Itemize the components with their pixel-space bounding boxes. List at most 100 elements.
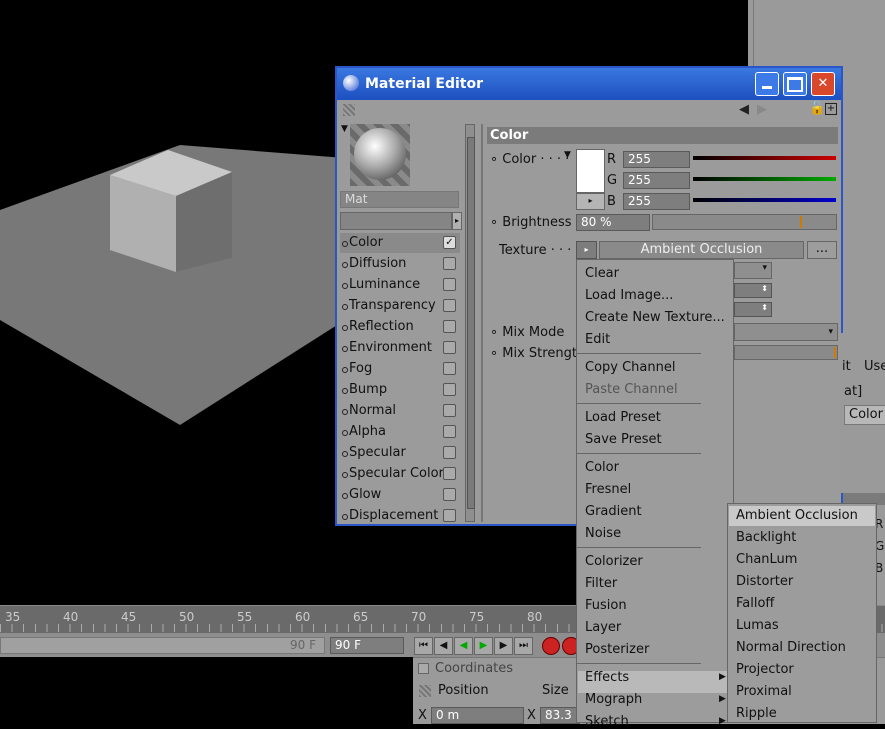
sidebar-item-bump[interactable]: Bump xyxy=(340,380,460,400)
menu-item-gradient[interactable]: Gradient xyxy=(585,504,642,519)
submenu-item-chanlum[interactable]: ChanLum xyxy=(736,552,797,567)
hidden-field-2[interactable]: ⬍ xyxy=(734,302,772,317)
color-dropdown-icon[interactable]: ▼ xyxy=(564,150,571,160)
new-window-icon[interactable]: + xyxy=(825,103,837,115)
sidebar-item-fog[interactable]: Fog xyxy=(340,359,460,379)
position-x-field[interactable]: 0 m xyxy=(431,707,524,724)
color-swatch-button[interactable]: ▸ xyxy=(576,193,605,210)
enable-checkbox[interactable] xyxy=(443,320,456,333)
material-sub-field[interactable] xyxy=(340,212,452,230)
menu-item-color[interactable]: Color xyxy=(585,460,619,475)
submenu-item-normal-direction[interactable]: Normal Direction xyxy=(736,640,846,655)
enable-checkbox[interactable] xyxy=(443,446,456,459)
forward-arrow-icon[interactable]: ▶ xyxy=(757,102,767,117)
menu-item-save-preset[interactable]: Save Preset xyxy=(585,432,662,447)
preview-menu-icon[interactable]: ▼ xyxy=(341,124,348,134)
menu-item-layer[interactable]: Layer xyxy=(585,620,621,635)
menu-item-edit[interactable]: Edit xyxy=(585,332,610,347)
enable-checkbox[interactable] xyxy=(443,404,456,417)
color-tab-fragment[interactable]: Color xyxy=(844,405,885,425)
minimize-button[interactable] xyxy=(755,72,779,96)
hidden-dropdown[interactable]: ▾ xyxy=(734,262,772,279)
g-slider[interactable] xyxy=(693,177,836,181)
menu-item-paste-channel[interactable]: Paste Channel xyxy=(585,382,678,397)
sidebar-item-specular[interactable]: Specular xyxy=(340,443,460,463)
color-swatch[interactable] xyxy=(576,149,605,193)
enable-checkbox[interactable] xyxy=(443,257,456,270)
scrollbar-thumb[interactable] xyxy=(467,137,475,509)
texture-field[interactable]: Ambient Occlusion xyxy=(599,241,804,259)
texture-menu-button[interactable]: ▸ xyxy=(576,241,597,259)
enable-checkbox[interactable] xyxy=(443,509,456,522)
play-backward-icon[interactable]: ◀ xyxy=(454,637,473,655)
panel-divider[interactable] xyxy=(481,124,483,522)
end-frame-field[interactable]: 90 F xyxy=(330,637,404,654)
menu-item-sketch[interactable]: Sketch xyxy=(585,714,629,729)
r-slider[interactable] xyxy=(693,156,836,160)
goto-start-icon[interactable]: ⏮ xyxy=(414,637,433,655)
sidebar-item-glow[interactable]: Glow xyxy=(340,485,460,505)
sub-field-arrow-button[interactable]: ▸ xyxy=(452,212,462,230)
lock-icon[interactable]: 🔓 xyxy=(809,101,825,116)
goto-end-icon[interactable]: ⏭ xyxy=(514,637,533,655)
menu-item-load-preset[interactable]: Load Preset xyxy=(585,410,661,425)
enable-checkbox[interactable] xyxy=(443,278,456,291)
sidebar-item-color[interactable]: Color ✓ xyxy=(340,233,460,253)
enable-checkbox[interactable] xyxy=(443,299,456,312)
enable-checkbox[interactable] xyxy=(443,488,456,501)
menu-item-fresnel[interactable]: Fresnel xyxy=(585,482,631,497)
menu-use-fragment[interactable]: Use xyxy=(864,359,885,374)
coordinates-checkbox[interactable] xyxy=(418,663,429,674)
menu-item-effects[interactable]: Effects xyxy=(585,670,629,685)
texture-more-button[interactable]: ... xyxy=(807,241,837,259)
menu-item-load-image[interactable]: Load Image... xyxy=(585,288,673,303)
menu-item-create-new-texture[interactable]: Create New Texture... xyxy=(585,310,725,325)
back-arrow-icon[interactable]: ◀ xyxy=(739,102,749,117)
enable-checkbox[interactable]: ✓ xyxy=(443,236,456,249)
menu-item-mograph[interactable]: Mograph xyxy=(585,692,642,707)
menu-item-posterizer[interactable]: Posterizer xyxy=(585,642,649,657)
submenu-item-projector[interactable]: Projector xyxy=(736,662,794,677)
menu-item-noise[interactable]: Noise xyxy=(585,526,621,541)
enable-checkbox[interactable] xyxy=(443,383,456,396)
mix-strength-slider[interactable] xyxy=(734,345,838,360)
mix-mode-dropdown[interactable]: ▾ xyxy=(734,323,838,341)
submenu-item-backlight[interactable]: Backlight xyxy=(736,530,796,545)
b-slider[interactable] xyxy=(693,198,836,202)
menu-item-colorizer[interactable]: Colorizer xyxy=(585,554,643,569)
hidden-field-1[interactable]: ⬍ xyxy=(734,283,772,298)
menu-item-fusion[interactable]: Fusion xyxy=(585,598,627,613)
enable-checkbox[interactable] xyxy=(443,362,456,375)
sidebar-item-environment[interactable]: Environment xyxy=(340,338,460,358)
g-value-field[interactable]: 255 xyxy=(623,172,690,189)
sidebar-item-specular-color[interactable]: Specular Color xyxy=(340,464,460,484)
record-icon[interactable] xyxy=(542,637,560,655)
step-back-icon[interactable]: ◀ xyxy=(434,637,453,655)
menu-edit-fragment[interactable]: it xyxy=(842,359,851,374)
maximize-button[interactable] xyxy=(783,72,807,96)
enable-checkbox[interactable] xyxy=(443,467,456,480)
size-x-field[interactable]: 83.3 xyxy=(540,707,580,724)
close-button[interactable]: ✕ xyxy=(811,72,835,96)
submenu-item-falloff[interactable]: Falloff xyxy=(736,596,774,611)
menu-item-copy-channel[interactable]: Copy Channel xyxy=(585,360,675,375)
sidebar-item-displacement[interactable]: Displacement xyxy=(340,506,460,526)
play-forward-icon[interactable]: ▶ xyxy=(474,637,493,655)
menu-item-filter[interactable]: Filter xyxy=(585,576,617,591)
timeline-end-slider[interactable]: 90 F xyxy=(0,637,325,654)
sidebar-item-diffusion[interactable]: Diffusion xyxy=(340,254,460,274)
material-name-field[interactable]: Mat xyxy=(340,191,459,208)
submenu-item-proximal[interactable]: Proximal xyxy=(736,684,792,699)
sidebar-item-alpha[interactable]: Alpha xyxy=(340,422,460,442)
b-value-field[interactable]: 255 xyxy=(623,193,690,210)
material-preview[interactable] xyxy=(350,124,410,186)
enable-checkbox[interactable] xyxy=(443,425,456,438)
channel-list-scrollbar[interactable] xyxy=(465,124,475,522)
menu-item-clear[interactable]: Clear xyxy=(585,266,619,281)
submenu-item-ripple[interactable]: Ripple xyxy=(736,706,777,721)
brightness-slider[interactable] xyxy=(652,214,837,230)
submenu-item-ambient-occlusion[interactable]: Ambient Occlusion xyxy=(736,508,858,523)
sidebar-item-normal[interactable]: Normal xyxy=(340,401,460,421)
sidebar-item-luminance[interactable]: Luminance xyxy=(340,275,460,295)
title-bar[interactable]: Material Editor ✕ xyxy=(337,68,841,100)
